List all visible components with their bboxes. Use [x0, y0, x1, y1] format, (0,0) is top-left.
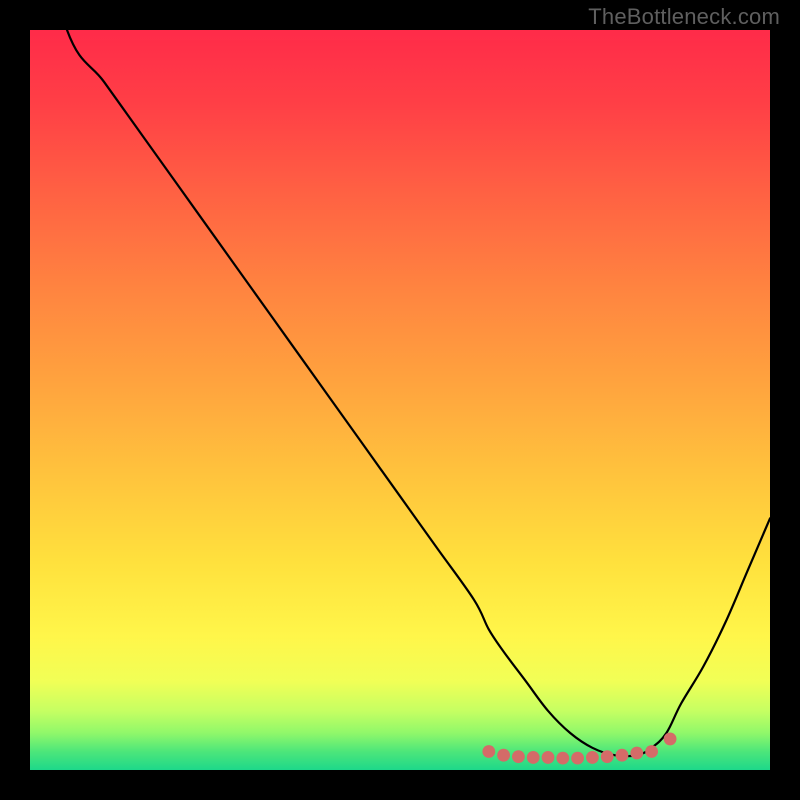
- optimal-marker: [512, 750, 525, 763]
- watermark-text: TheBottleneck.com: [588, 4, 780, 30]
- optimal-marker: [645, 745, 658, 758]
- optimal-marker: [601, 750, 614, 763]
- optimal-marker: [556, 752, 569, 765]
- optimal-marker: [571, 752, 584, 765]
- optimal-marker: [497, 749, 510, 762]
- plot-background: [30, 30, 770, 770]
- optimal-marker: [616, 749, 629, 762]
- optimal-marker: [630, 747, 643, 760]
- optimal-marker: [527, 751, 540, 764]
- chart-container: TheBottleneck.com: [0, 0, 800, 800]
- chart-svg: [0, 0, 800, 800]
- optimal-marker: [542, 751, 555, 764]
- optimal-marker: [482, 745, 495, 758]
- optimal-marker: [664, 733, 677, 746]
- optimal-marker: [586, 751, 599, 764]
